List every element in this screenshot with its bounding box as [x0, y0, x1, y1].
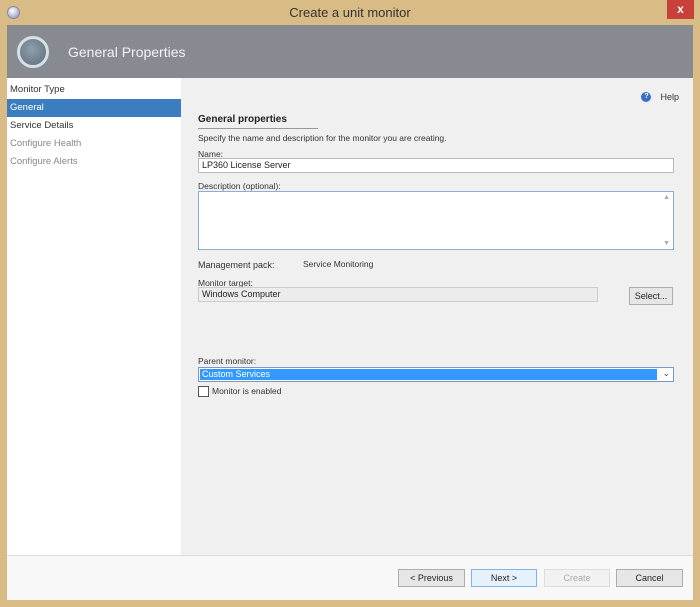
window-title: Create a unit monitor	[289, 5, 411, 20]
monitor-enabled-checkbox[interactable]	[198, 386, 209, 397]
scroll-down-icon[interactable]: ▼	[663, 240, 670, 247]
intro-text: Specify the name and description for the…	[198, 133, 447, 143]
monitor-target-field: Windows Computer	[198, 287, 598, 302]
close-button[interactable]: x	[667, 0, 694, 19]
description-label: Description (optional):	[198, 181, 281, 191]
name-input[interactable]: LP360 License Server	[198, 158, 674, 173]
step-configure-health[interactable]: Configure Health	[7, 135, 181, 153]
cancel-button[interactable]: Cancel	[616, 569, 683, 587]
description-input[interactable]: ▲ ▼	[198, 191, 674, 250]
step-monitor-type[interactable]: Monitor Type	[7, 81, 181, 99]
page-title: General Properties	[68, 44, 186, 60]
wizard-footer: < Previous Next > Create Cancel	[7, 555, 693, 600]
title-bar: Create a unit monitor x	[0, 0, 700, 25]
section-title: General properties	[198, 114, 318, 129]
create-button: Create	[544, 569, 610, 587]
main-panel: ? Help General properties Specify the na…	[181, 78, 693, 555]
parent-monitor-label: Parent monitor:	[198, 356, 257, 366]
step-general[interactable]: General	[7, 99, 181, 117]
wizard-header: General Properties	[7, 25, 693, 78]
help-icon: ?	[641, 92, 652, 102]
wizard-steps: Monitor Type General Service Details Con…	[7, 78, 181, 555]
step-configure-alerts[interactable]: Configure Alerts	[7, 153, 181, 171]
management-pack-label: Management pack:	[198, 260, 275, 270]
parent-monitor-value: Custom Services	[200, 369, 657, 380]
help-label: Help	[660, 92, 679, 102]
next-button[interactable]: Next >	[471, 569, 537, 587]
select-target-button[interactable]: Select...	[629, 287, 673, 305]
step-service-details[interactable]: Service Details	[7, 117, 181, 135]
help-link[interactable]: ? Help	[641, 92, 679, 102]
management-pack-value: Service Monitoring	[303, 259, 374, 269]
parent-monitor-select[interactable]: Custom Services ⌄	[198, 367, 674, 382]
scroll-up-icon[interactable]: ▲	[663, 194, 670, 201]
wizard-icon	[17, 36, 49, 68]
monitor-enabled-label[interactable]: Monitor is enabled	[212, 386, 281, 396]
chevron-down-icon: ⌄	[662, 368, 670, 378]
previous-button[interactable]: < Previous	[398, 569, 465, 587]
